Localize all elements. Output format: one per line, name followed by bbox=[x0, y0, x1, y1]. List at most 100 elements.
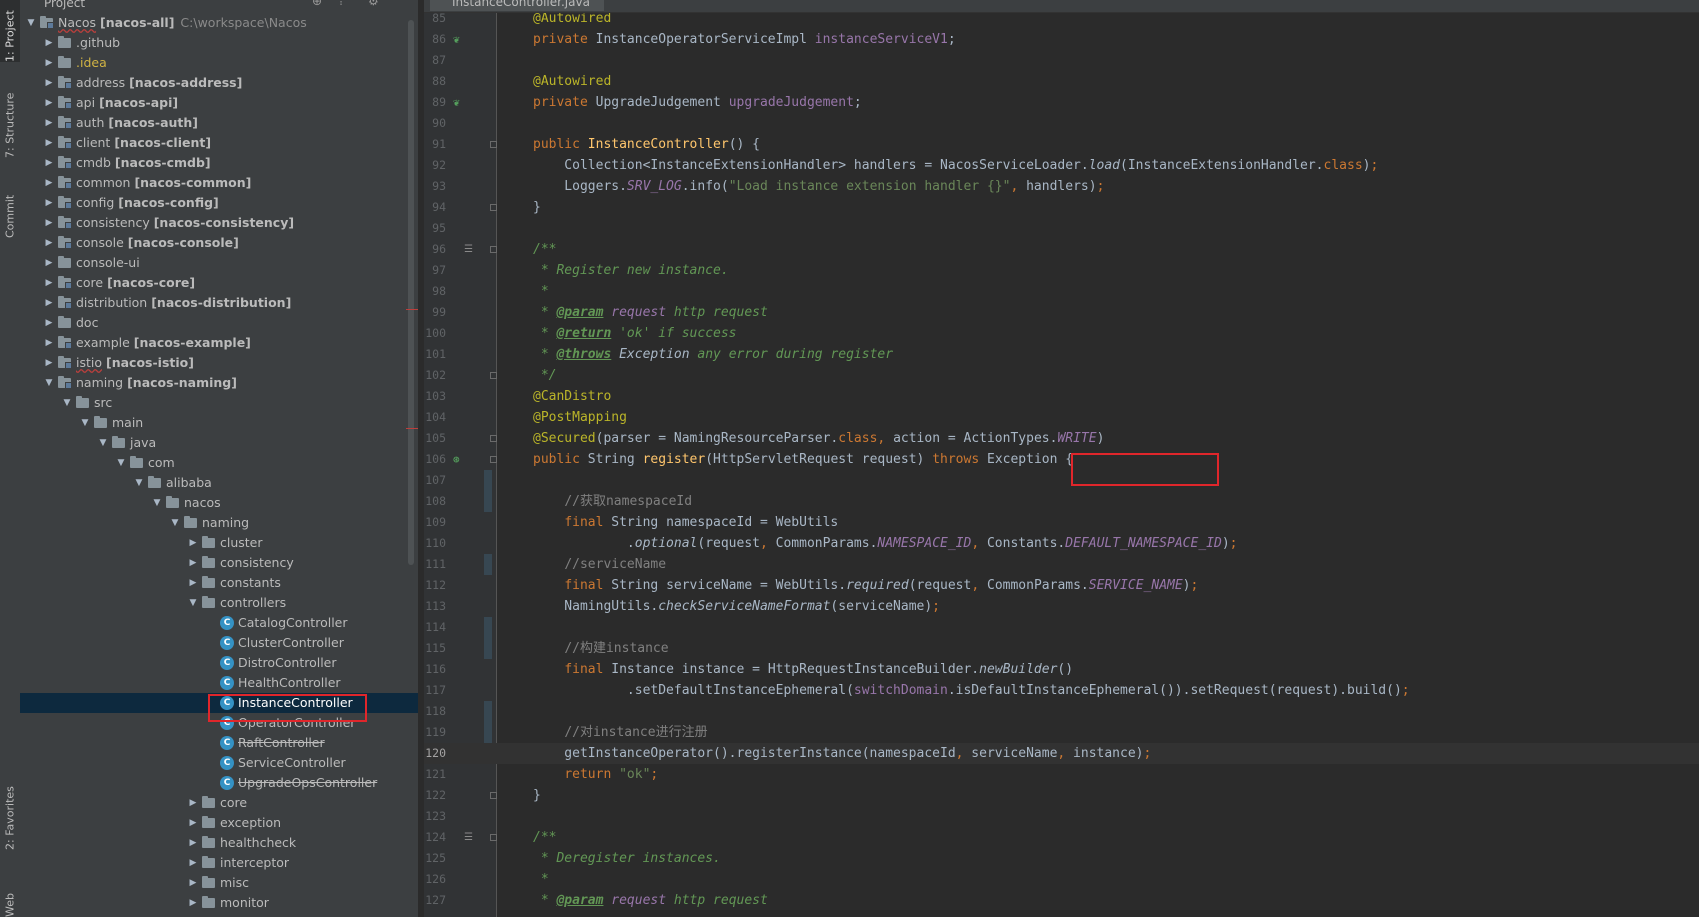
collapsed-arrow-icon[interactable]: ▶ bbox=[188, 873, 198, 893]
code-line[interactable]: 122} bbox=[424, 785, 1699, 806]
tree-item[interactable]: C UpgradeOpsController bbox=[20, 773, 418, 793]
code-line[interactable]: 121 return "ok"; bbox=[424, 764, 1699, 785]
code-text[interactable]: return "ok"; bbox=[533, 764, 658, 785]
vcs-change-marker[interactable] bbox=[484, 470, 492, 491]
collapsed-arrow-icon[interactable]: ▶ bbox=[44, 213, 54, 233]
collapsed-arrow-icon[interactable]: ▶ bbox=[44, 93, 54, 113]
code-text[interactable]: @Autowired bbox=[533, 71, 611, 92]
code-line[interactable]: 113 NamingUtils.checkServiceNameFormat(s… bbox=[424, 596, 1699, 617]
expanded-arrow-icon[interactable]: ▼ bbox=[80, 413, 90, 433]
tree-item[interactable]: ▼ naming bbox=[20, 513, 418, 533]
code-text[interactable]: * @param request http request bbox=[533, 890, 768, 911]
code-line[interactable]: 92 Collection<InstanceExtensionHandler> … bbox=[424, 155, 1699, 176]
code-line[interactable]: 115 //构建instance bbox=[424, 638, 1699, 659]
code-line[interactable]: 86 ❦ private InstanceOperatorServiceImpl i… bbox=[424, 29, 1699, 50]
expanded-arrow-icon[interactable]: ▼ bbox=[170, 513, 180, 533]
code-line[interactable]: 90 bbox=[424, 113, 1699, 134]
code-line[interactable]: 93 Loggers.SRV_LOG.info("Load instance e… bbox=[424, 176, 1699, 197]
expanded-arrow-icon[interactable]: ▼ bbox=[98, 433, 108, 453]
collapsed-arrow-icon[interactable]: ▶ bbox=[44, 233, 54, 253]
code-line[interactable]: 123 bbox=[424, 806, 1699, 827]
tree-scrollbar[interactable] bbox=[408, 20, 414, 565]
tree-item[interactable]: C ClusterController bbox=[20, 633, 418, 653]
code-line[interactable]: 87 bbox=[424, 50, 1699, 71]
tree-item[interactable]: ▼ java bbox=[20, 433, 418, 453]
code-text[interactable]: @CanDistro bbox=[533, 386, 611, 407]
code-text[interactable]: } bbox=[533, 785, 541, 806]
tree-item[interactable]: ▶ console [nacos-console] bbox=[20, 233, 418, 253]
tree-item[interactable]: ▶ console-ui bbox=[20, 253, 418, 273]
code-text[interactable]: private UpgradeJudgement upgradeJudgemen… bbox=[533, 92, 862, 113]
tree-item[interactable]: ▼ alibaba bbox=[20, 473, 418, 493]
tree-item[interactable]: ▶ misc bbox=[20, 873, 418, 893]
code-text[interactable]: * @return 'ok' if success bbox=[533, 323, 737, 344]
code-line[interactable]: 124 ☰ /** bbox=[424, 827, 1699, 848]
code-lines[interactable]: 85 @Autowired 86 ❦ private InstanceOperatorS… bbox=[424, 8, 1699, 911]
fold-marker-icon[interactable] bbox=[490, 792, 497, 799]
code-line[interactable]: 110 .optional(request, CommonParams.NAME… bbox=[424, 533, 1699, 554]
code-text[interactable]: */ bbox=[533, 365, 557, 386]
code-text[interactable]: final String namespaceId = WebUtils bbox=[533, 512, 838, 533]
code-line[interactable]: 117 .setDefaultInstanceEphemeral(switchD… bbox=[424, 680, 1699, 701]
code-text[interactable]: @Secured(parser = NamingResourceParser.c… bbox=[533, 428, 1104, 449]
code-line[interactable]: 120 getInstanceOperator().registerInstan… bbox=[424, 743, 1699, 764]
tree-item[interactable]: ▼ Nacos [nacos-all] C:\workspace\Nacos bbox=[20, 13, 418, 33]
code-line[interactable]: 103 @CanDistro bbox=[424, 386, 1699, 407]
tree-item[interactable]: ▼ src bbox=[20, 393, 418, 413]
code-text[interactable]: private InstanceOperatorServiceImpl inst… bbox=[533, 29, 956, 50]
tree-item[interactable]: ▶ example [nacos-example] bbox=[20, 333, 418, 353]
tab-favorites[interactable]: 2: Favorites bbox=[0, 770, 20, 850]
code-line[interactable]: 89 ❦ private UpgradeJudgement upgradeJudge… bbox=[424, 92, 1699, 113]
editor-tab[interactable]: InstanceController.java bbox=[430, 0, 604, 11]
collapsed-arrow-icon[interactable]: ▶ bbox=[188, 833, 198, 853]
tree-item[interactable]: ▶ address [nacos-address] bbox=[20, 73, 418, 93]
tree-item[interactable]: ▼ com bbox=[20, 453, 418, 473]
vcs-change-marker[interactable] bbox=[484, 554, 492, 575]
vcs-change-marker[interactable] bbox=[484, 701, 492, 722]
code-text[interactable]: NamingUtils.checkServiceNameFormat(servi… bbox=[533, 596, 940, 617]
tree-item[interactable]: ▶ constants bbox=[20, 573, 418, 593]
code-editor[interactable]: 85 @Autowired 86 ❦ private InstanceOperatorS… bbox=[424, 0, 1699, 917]
tree-item[interactable]: ▼ controllers bbox=[20, 593, 418, 613]
tree-item[interactable]: ▼ naming [nacos-naming] bbox=[20, 373, 418, 393]
code-line[interactable]: 119 //对instance进行注册 bbox=[424, 722, 1699, 743]
collapsed-arrow-icon[interactable]: ▶ bbox=[44, 153, 54, 173]
tree-item[interactable]: ▶ doc bbox=[20, 313, 418, 333]
tree-item[interactable]: ▶ cmdb [nacos-cmdb] bbox=[20, 153, 418, 173]
javadoc-toggle-icon[interactable]: ☰ bbox=[464, 239, 473, 260]
collapsed-arrow-icon[interactable]: ▶ bbox=[44, 173, 54, 193]
code-line[interactable]: 108 //获取namespaceId bbox=[424, 491, 1699, 512]
collapsed-arrow-icon[interactable]: ▶ bbox=[188, 853, 198, 873]
collapsed-arrow-icon[interactable]: ▶ bbox=[44, 193, 54, 213]
expanded-arrow-icon[interactable]: ▼ bbox=[152, 493, 162, 513]
tree-item[interactable]: ▼ main bbox=[20, 413, 418, 433]
tree-item[interactable]: ▶ core [nacos-core] bbox=[20, 273, 418, 293]
code-line[interactable]: 100 * @return 'ok' if success bbox=[424, 323, 1699, 344]
gear-icon[interactable]: ⚙ bbox=[368, 0, 379, 8]
expanded-arrow-icon[interactable]: ▼ bbox=[188, 593, 198, 613]
code-text[interactable]: Collection<InstanceExtensionHandler> han… bbox=[533, 155, 1378, 176]
expanded-arrow-icon[interactable]: ▼ bbox=[116, 453, 126, 473]
tree-item[interactable]: ▶ exception bbox=[20, 813, 418, 833]
code-line[interactable]: 105 @Secured(parser = NamingResourceParse… bbox=[424, 428, 1699, 449]
code-line[interactable]: 95 bbox=[424, 218, 1699, 239]
tab-web[interactable]: Web bbox=[0, 865, 20, 917]
collapsed-arrow-icon[interactable]: ▶ bbox=[44, 133, 54, 153]
collapsed-arrow-icon[interactable]: ▶ bbox=[44, 293, 54, 313]
vcs-change-marker[interactable] bbox=[484, 722, 492, 743]
code-text[interactable]: public InstanceController() { bbox=[533, 134, 760, 155]
collapsed-arrow-icon[interactable]: ▶ bbox=[44, 53, 54, 73]
tree-item[interactable]: ▶ auth [nacos-auth] bbox=[20, 113, 418, 133]
tree-item[interactable]: C CatalogController bbox=[20, 613, 418, 633]
collapsed-arrow-icon[interactable]: ▶ bbox=[44, 273, 54, 293]
code-line[interactable]: 112 final String serviceName = WebUtils.… bbox=[424, 575, 1699, 596]
code-text[interactable]: Loggers.SRV_LOG.info("Load instance exte… bbox=[533, 176, 1104, 197]
expanded-arrow-icon[interactable]: ▼ bbox=[44, 373, 54, 393]
collapsed-arrow-icon[interactable]: ▶ bbox=[44, 253, 54, 273]
tree-item[interactable]: C ServiceController bbox=[20, 753, 418, 773]
code-text[interactable]: * @param request http request bbox=[533, 302, 768, 323]
tree-item[interactable]: ▶ consistency [nacos-consistency] bbox=[20, 213, 418, 233]
collapse-icon[interactable]: ⇡ bbox=[336, 0, 346, 8]
tree-item[interactable]: ▶ distribution [nacos-distribution] bbox=[20, 293, 418, 313]
code-text[interactable]: final Instance instance = HttpRequestIns… bbox=[533, 659, 1073, 680]
